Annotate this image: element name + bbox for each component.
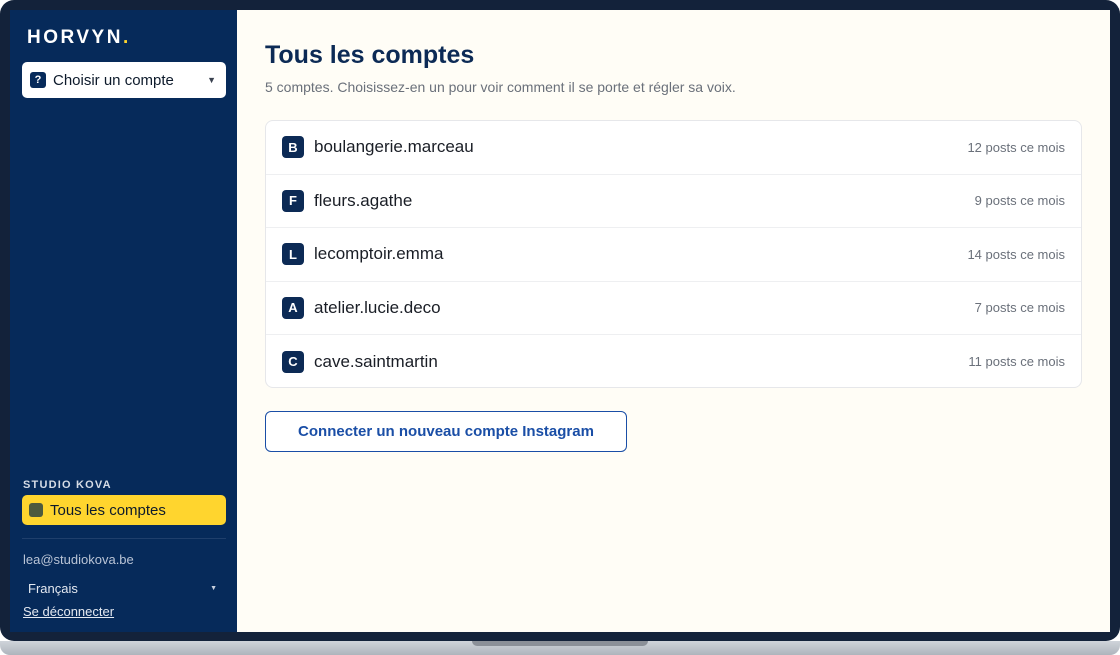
laptop-bezel: HORVYN. ? Choisir un compte ▼ STUDIO KOV… <box>0 0 1120 641</box>
app-logo[interactable]: HORVYN. <box>27 27 131 49</box>
account-post-count: 14 posts ce mois <box>967 246 1065 262</box>
account-post-count: 12 posts ce mois <box>967 139 1065 155</box>
page-subtitle: 5 comptes. Choisissez-en un pour voir co… <box>265 79 736 95</box>
account-list: B boulangerie.marceau 12 posts ce mois F… <box>265 120 1082 388</box>
logo-dot: . <box>122 27 131 48</box>
account-selector[interactable]: ? Choisir un compte ▼ <box>22 62 226 98</box>
laptop-base-notch <box>472 641 648 646</box>
logo-text: HORVYN <box>27 27 123 48</box>
language-select[interactable]: Français ▼ <box>23 577 223 599</box>
account-handle: boulangerie.marceau <box>314 137 474 157</box>
account-row[interactable]: L lecomptoir.emma 14 posts ce mois <box>266 228 1081 282</box>
account-row[interactable]: A atelier.lucie.deco 7 posts ce mois <box>266 282 1081 335</box>
square-icon <box>29 503 43 517</box>
account-handle: atelier.lucie.deco <box>314 297 441 317</box>
logout-link[interactable]: Se déconnecter <box>23 604 114 619</box>
account-initial-badge: F <box>282 189 304 212</box>
account-initial-badge: A <box>282 296 304 319</box>
account-initial-badge: C <box>282 350 304 373</box>
account-handle: lecomptoir.emma <box>314 244 444 264</box>
account-post-count: 9 posts ce mois <box>974 193 1065 209</box>
account-initial-badge: B <box>282 136 304 159</box>
user-email: lea@studiokova.be <box>23 552 134 567</box>
sidebar-item-label: Tous les comptes <box>50 501 166 519</box>
account-post-count: 11 posts ce mois <box>968 354 1065 370</box>
sidebar-divider <box>22 538 226 539</box>
main-content: Tous les comptes 5 comptes. Choisissez-e… <box>237 10 1110 632</box>
account-handle: fleurs.agathe <box>314 190 413 210</box>
app-screen: HORVYN. ? Choisir un compte ▼ STUDIO KOV… <box>10 10 1110 632</box>
language-select-value: Français <box>28 580 78 596</box>
account-selector-label: Choisir un compte <box>53 71 174 89</box>
account-handle: cave.saintmartin <box>314 351 438 371</box>
account-post-count: 7 posts ce mois <box>974 300 1065 316</box>
account-row[interactable]: F fleurs.agathe 9 posts ce mois <box>266 175 1081 228</box>
account-row[interactable]: C cave.saintmartin 11 posts ce mois <box>266 335 1081 387</box>
account-initial-badge: L <box>282 243 304 266</box>
sidebar: HORVYN. ? Choisir un compte ▼ STUDIO KOV… <box>10 10 237 632</box>
question-icon: ? <box>30 72 46 88</box>
page-title: Tous les comptes <box>265 41 475 69</box>
workspace-title: STUDIO KOVA <box>23 479 112 491</box>
connect-instagram-button[interactable]: Connecter un nouveau compte Instagram <box>265 411 627 452</box>
sidebar-item-all-accounts[interactable]: Tous les comptes <box>22 495 226 525</box>
chevron-down-icon: ▼ <box>207 75 216 85</box>
chevron-down-icon: ▼ <box>210 584 217 592</box>
account-row[interactable]: B boulangerie.marceau 12 posts ce mois <box>266 121 1081 175</box>
